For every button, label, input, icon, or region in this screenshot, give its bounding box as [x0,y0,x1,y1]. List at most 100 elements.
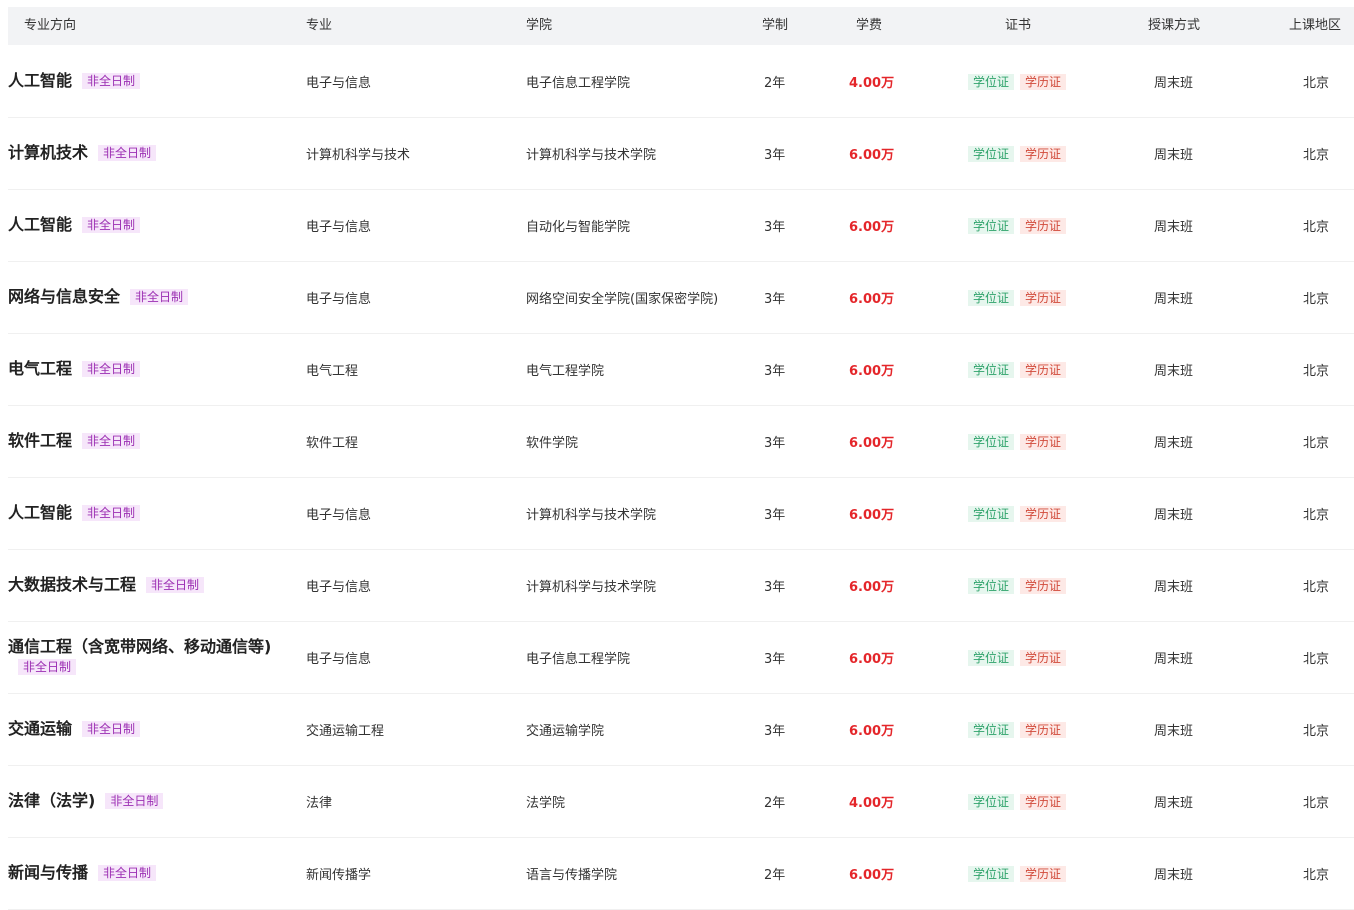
header-direction: 专业方向 [24,18,77,33]
region-cell: 北京 [1303,652,1330,667]
certificate-cell: 学位证 学历证 [968,622,1067,693]
years-cell: 3年 [764,724,786,739]
degree-certificate-badge: 学位证 [968,145,1015,162]
region-cell: 北京 [1303,76,1330,91]
table-row[interactable]: 交通运输 非全日制 交通运输工程 交通运输学院 3年 6.00万 学位证 学历证 周末班 北京 [8,694,1354,766]
region-cell: 北京 [1303,796,1330,811]
direction-cell: 人工智能 非全日制 [8,478,298,549]
header-fee: 学费 [856,18,883,33]
major-cell: 电子与信息 [306,292,372,307]
part-time-badge: 非全日制 [18,658,77,675]
fee-cell: 6.00万 [849,868,895,883]
mode-cell: 周末班 [1154,364,1194,379]
direction-name[interactable]: 人工智能 [8,503,72,522]
degree-certificate-badge: 学位证 [968,649,1015,666]
certificate-cell: 学位证 学历证 [968,262,1067,333]
direction-name[interactable]: 人工智能 [8,215,72,234]
region-cell: 北京 [1303,508,1330,523]
direction-cell: 电气工程 非全日制 [8,334,298,405]
direction-name[interactable]: 交通运输 [8,719,72,738]
certificate-cell: 学位证 学历证 [968,550,1067,621]
certificate-cell: 学位证 学历证 [968,190,1067,261]
fee-cell: 6.00万 [849,148,895,163]
part-time-badge: 非全日制 [130,288,189,305]
direction-name[interactable]: 新闻与传播 [8,863,88,882]
direction-name[interactable]: 通信工程（含宽带网络、移动通信等) [8,637,271,656]
major-cell: 软件工程 [306,436,359,451]
major-cell: 电子与信息 [306,652,372,667]
degree-certificate-badge: 学位证 [968,721,1015,738]
certificate-cell: 学位证 学历证 [968,46,1067,117]
direction-cell: 人工智能 非全日制 [8,46,298,117]
major-cell: 交通运输工程 [306,724,385,739]
degree-certificate-badge: 学位证 [968,793,1015,810]
mode-cell: 周末班 [1154,292,1194,307]
part-time-badge: 非全日制 [82,720,141,737]
part-time-badge: 非全日制 [82,432,141,449]
college-cell: 电子信息工程学院 [526,652,631,667]
years-cell: 2年 [764,796,786,811]
region-cell: 北京 [1303,724,1330,739]
part-time-badge: 非全日制 [82,216,141,233]
major-cell: 电子与信息 [306,76,372,91]
direction-name[interactable]: 计算机技术 [8,143,88,162]
mode-cell: 周末班 [1154,508,1194,523]
diploma-certificate-badge: 学历证 [1020,721,1067,738]
direction-cell: 交通运输 非全日制 [8,694,298,765]
diploma-certificate-badge: 学历证 [1020,649,1067,666]
direction-cell: 计算机技术 非全日制 [8,118,298,189]
degree-certificate-badge: 学位证 [968,577,1015,594]
table-row[interactable]: 法律（法学) 非全日制 法律 法学院 2年 4.00万 学位证 学历证 周末班 北京 [8,766,1354,838]
header-college: 学院 [526,18,553,33]
fee-cell: 6.00万 [849,220,895,235]
degree-certificate-badge: 学位证 [968,865,1015,882]
college-cell: 计算机科学与技术学院 [526,148,657,163]
years-cell: 3年 [764,652,786,667]
direction-name[interactable]: 人工智能 [8,71,72,90]
college-cell: 交通运输学院 [526,724,605,739]
region-cell: 北京 [1303,364,1330,379]
table-row[interactable]: 网络与信息安全 非全日制 电子与信息 网络空间安全学院(国家保密学院) 3年 6.00万学… [8,262,1354,334]
years-cell: 3年 [764,220,786,235]
years-cell: 3年 [764,508,786,523]
mode-cell: 周末班 [1154,220,1194,235]
diploma-certificate-badge: 学历证 [1020,865,1067,882]
table-row[interactable]: 大数据技术与工程 非全日制 电子与信息 计算机科学与技术学院 3年 6.00万 学位证 学历证… [8,550,1354,622]
table-row[interactable]: 新闻与传播 非全日制 新闻传播学 语言与传播学院 2年 6.00万 学位证 学历证 周末班 北京 [8,838,1354,910]
college-cell: 法学院 [526,796,566,811]
direction-name[interactable]: 软件工程 [8,431,72,450]
table-row[interactable]: 计算机技术 非全日制 计算机科学与技术 计算机科学与技术学院 3年 6.00万 学位证 学历证… [8,118,1354,190]
table-row[interactable]: 电气工程 非全日制 电气工程 电气工程学院 3年 6.00万 学位证 学历证 周末班 北京 [8,334,1354,406]
degree-certificate-badge: 学位证 [968,361,1015,378]
table-row[interactable]: 软件工程 非全日制 软件工程 软件学院 3年 6.00万 学位证 学历证 周末班 北京 [8,406,1354,478]
direction-name[interactable]: 电气工程 [8,359,72,378]
diploma-certificate-badge: 学历证 [1020,433,1067,450]
mode-cell: 周末班 [1154,652,1194,667]
college-cell: 电气工程学院 [526,364,605,379]
direction-name[interactable]: 法律（法学) [8,791,95,810]
table-row[interactable]: 人工智能 非全日制 电子与信息 电子信息工程学院 2年 4.00万 学位证 学历证 周末班 北京 [8,46,1354,118]
table-row[interactable]: 人工智能 非全日制 电子与信息 计算机科学与技术学院 3年 6.00万 学位证 学历证 周末班北… [8,478,1354,550]
direction-cell: 人工智能 非全日制 [8,190,298,261]
table-body: 人工智能 非全日制 电子与信息 电子信息工程学院 2年 4.00万 学位证 学历证 周末班 北京计… [8,46,1354,910]
direction-name[interactable]: 网络与信息安全 [8,287,120,306]
degree-certificate-badge: 学位证 [968,433,1015,450]
degree-certificate-badge: 学位证 [968,217,1015,234]
college-cell: 计算机科学与技术学院 [526,580,657,595]
table-row[interactable]: 人工智能 非全日制 电子与信息 自动化与智能学院 3年 6.00万 学位证 学历证 周末班 北京 [8,190,1354,262]
part-time-badge: 非全日制 [105,792,164,809]
part-time-badge: 非全日制 [98,144,157,161]
fee-cell: 6.00万 [849,292,895,307]
college-cell: 计算机科学与技术学院 [526,508,657,523]
fee-cell: 6.00万 [849,364,895,379]
certificate-cell: 学位证 学历证 [968,334,1067,405]
mode-cell: 周末班 [1154,580,1194,595]
degree-certificate-badge: 学位证 [968,73,1015,90]
degree-certificate-badge: 学位证 [968,505,1015,522]
direction-cell: 法律（法学) 非全日制 [8,766,298,837]
mode-cell: 周末班 [1154,796,1194,811]
fee-cell: 6.00万 [849,724,895,739]
table-row[interactable]: 通信工程（含宽带网络、移动通信等) 非全日制 电子与信息 电子信息工程学院 3年 6.00… [8,622,1354,694]
certificate-cell: 学位证 学历证 [968,478,1067,549]
direction-name[interactable]: 大数据技术与工程 [8,575,136,594]
